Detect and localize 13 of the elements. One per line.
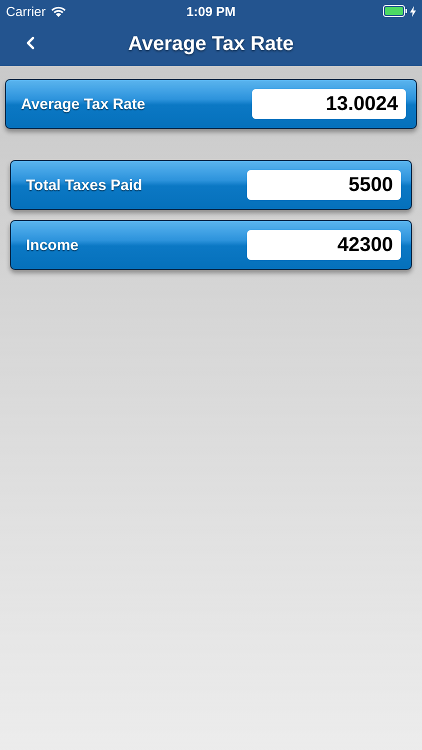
status-time: 1:09 PM bbox=[186, 4, 236, 18]
input-field[interactable]: 42300 bbox=[247, 230, 401, 260]
back-button[interactable] bbox=[26, 36, 35, 50]
field-label: Average Tax Rate bbox=[21, 96, 146, 112]
carrier-name: Carrier bbox=[6, 4, 46, 18]
field-label: Income bbox=[26, 236, 79, 254]
result-field[interactable]: 13.0024 bbox=[252, 89, 406, 119]
charging-icon bbox=[410, 6, 416, 16]
screen-title: Average Tax Rate bbox=[128, 32, 294, 56]
input-field[interactable]: 5500 bbox=[247, 170, 401, 200]
battery-icon bbox=[382, 5, 408, 17]
wifi-icon bbox=[50, 6, 66, 16]
field-label: Total Taxes Paid bbox=[26, 176, 142, 194]
